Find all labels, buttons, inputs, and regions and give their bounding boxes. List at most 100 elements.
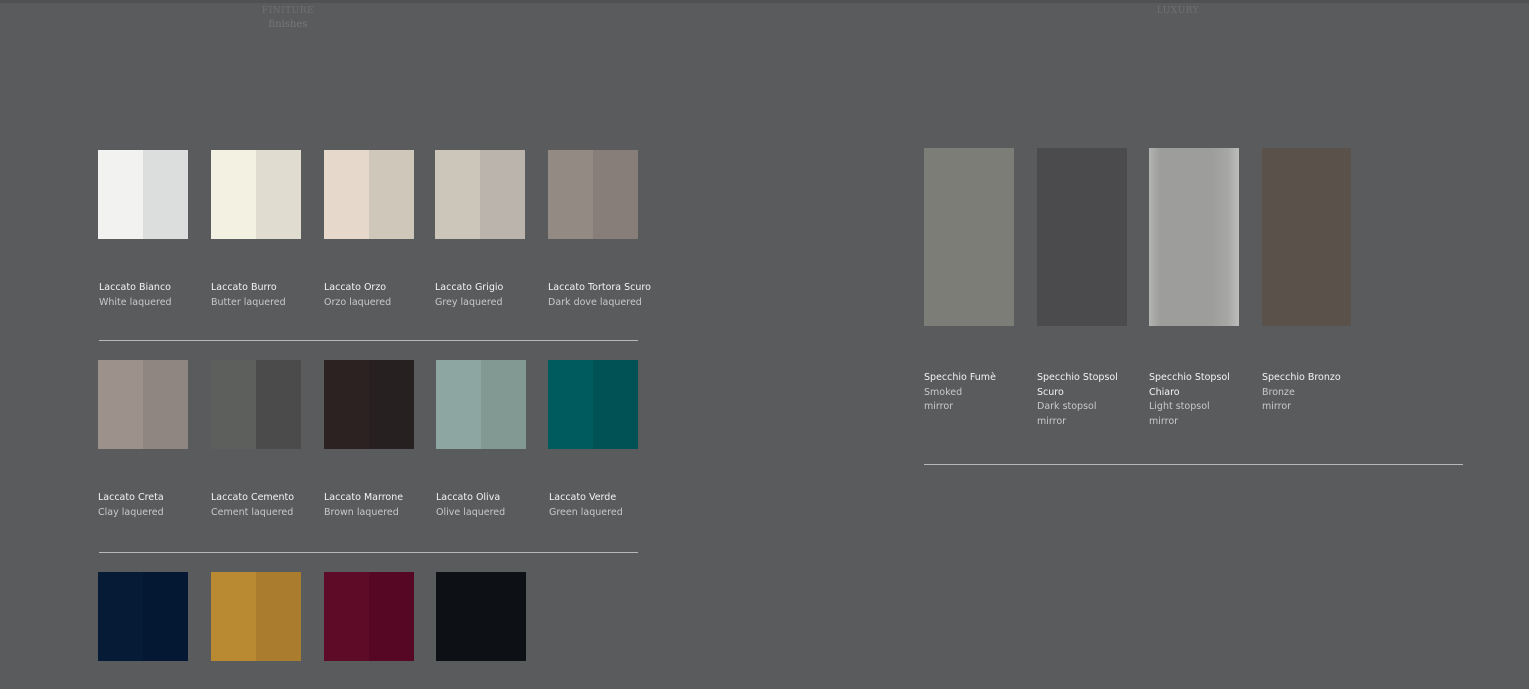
label-specchio-fume: Specchio Fumè Smoked mirror: [924, 371, 1024, 415]
finish-name: Laccato Oliva: [436, 492, 501, 503]
finish-name: Laccato Bianco: [99, 282, 171, 293]
finish-name: Laccato Verde: [549, 492, 617, 503]
swatch-half: [593, 150, 638, 239]
finish-desc: Dark dove laquered: [548, 297, 642, 308]
mirror-name-1: Specchio Stopsol: [1149, 372, 1230, 383]
swatch-half: [211, 572, 256, 661]
swatch-half: [369, 572, 414, 661]
swatch-laccato-cemento: [211, 360, 301, 449]
swatch-half: [98, 150, 143, 239]
finish-name: Laccato Cemento: [211, 492, 295, 503]
finish-name: Laccato Tortora Scuro: [548, 282, 651, 293]
swatch-half: [436, 360, 481, 449]
swatch-half: [324, 360, 369, 449]
mirror-desc-1: Dark stopsol: [1037, 401, 1097, 412]
finish-desc: Green laquered: [549, 507, 623, 518]
mirror-desc-1: Bronze: [1262, 386, 1295, 398]
label-laccato-marrone: Laccato Marrone Brown laquered: [324, 490, 434, 520]
swatch-laccato-tortora-scuro: [548, 150, 638, 239]
swatch-half: [143, 572, 188, 661]
swatch-half: [369, 150, 414, 239]
finish-desc: Grey laquered: [435, 297, 503, 308]
mirror-desc-2: mirror: [924, 401, 954, 412]
finishes-header: FINITURE finishes: [238, 4, 338, 32]
finishes-subtitle: finishes: [268, 19, 308, 30]
swatch-half: [548, 150, 593, 239]
swatch-laccato-verde: [548, 360, 638, 449]
mirror-desc-2: mirror: [1262, 401, 1292, 412]
finish-desc: Orzo laquered: [324, 297, 392, 308]
finishes-title: FINITURE: [261, 6, 315, 16]
mirror-name-1: Specchio Stopsol: [1037, 372, 1118, 383]
mirror-name: Specchio Fumè: [924, 372, 996, 383]
mirror-name: Specchio Bronzo: [1262, 372, 1341, 383]
finish-name: Laccato Creta: [98, 492, 164, 503]
top-border: [0, 0, 1529, 3]
mirror-desc-2: mirror: [1037, 415, 1067, 427]
swatch-half: [256, 150, 301, 239]
swatch-half: [435, 150, 480, 239]
swatch-half: [324, 572, 369, 661]
finish-name: Laccato Orzo: [324, 282, 387, 293]
swatch-half: [481, 572, 526, 661]
swatch-half: [256, 572, 301, 661]
finish-name: Laccato Grigio: [435, 282, 504, 293]
mirror-specchio-fume: [924, 148, 1014, 326]
swatch-half: [481, 360, 526, 449]
finish-name: Laccato Burro: [211, 282, 277, 293]
label-laccato-oliva: Laccato Oliva Olive laquered: [436, 490, 546, 520]
swatch-laccato-burro: [211, 150, 301, 239]
swatch-half: [324, 150, 369, 239]
mirror-name-2: Scuro: [1037, 386, 1064, 398]
swatch-half: [480, 150, 525, 239]
swatch-half: [369, 360, 414, 449]
label-laccato-orzo: Laccato Orzo Orzo laquered: [324, 280, 434, 310]
mirror-specchio-bronzo: [1262, 148, 1351, 326]
mirror-desc-1: Smoked: [924, 386, 963, 398]
finish-name: Laccato Marrone: [324, 492, 404, 503]
swatch-laccato-grigio: [435, 150, 525, 239]
swatch-half: [98, 360, 143, 449]
label-specchio-bronzo: Specchio Bronzo Bronze mirror: [1262, 371, 1362, 415]
mirror-specchio-stopsol-scuro: [1037, 148, 1127, 326]
mirror-name-2: Chiaro: [1149, 386, 1180, 398]
label-laccato-verde: Laccato Verde Green laquered: [549, 490, 659, 520]
swatch-half: [211, 360, 256, 449]
label-laccato-creta: Laccato Creta Clay laquered: [98, 490, 208, 520]
mirror-specchio-stopsol-chiaro: [1149, 148, 1239, 326]
swatch-bottom-2: [211, 572, 301, 661]
luxury-header: LUXURY: [1128, 4, 1228, 18]
swatch-half: [548, 360, 593, 449]
finish-desc: Butter laquered: [211, 297, 286, 308]
swatch-bottom-1: [98, 572, 188, 661]
finish-desc: White laquered: [99, 297, 172, 308]
swatch-half: [593, 360, 638, 449]
swatch-laccato-marrone: [324, 360, 414, 449]
label-laccato-bianco: Laccato Bianco White laquered: [99, 280, 209, 310]
finish-desc: Clay laquered: [98, 507, 164, 518]
label-laccato-cemento: Laccato Cemento Cement laquered: [211, 490, 321, 520]
label-specchio-stopsol-scuro: Specchio Stopsol Scuro Dark stopsol mirr…: [1037, 371, 1137, 429]
swatch-half: [256, 360, 301, 449]
finish-desc: Brown laquered: [324, 507, 399, 518]
mirror-desc-1: Light stopsol: [1149, 401, 1210, 412]
label-specchio-stopsol-chiaro: Specchio Stopsol Chiaro Light stopsol mi…: [1149, 371, 1249, 429]
label-laccato-grigio: Laccato Grigio Grey laquered: [435, 280, 545, 310]
divider: [924, 464, 1463, 465]
swatch-laccato-oliva: [436, 360, 526, 449]
swatch-half: [143, 360, 188, 449]
swatch-laccato-orzo: [324, 150, 414, 239]
finish-desc: Olive laquered: [436, 507, 506, 518]
finish-desc: Cement laquered: [211, 507, 294, 518]
swatch-bottom-3: [324, 572, 414, 661]
swatch-laccato-creta: [98, 360, 188, 449]
swatch-half: [143, 150, 188, 239]
divider: [99, 340, 638, 341]
label-laccato-tortora-scuro: Laccato Tortora Scuro Dark dove laquered: [548, 280, 673, 310]
luxury-title: LUXURY: [1156, 6, 1200, 16]
swatch-bottom-4: [436, 572, 526, 661]
swatch-laccato-bianco: [98, 150, 188, 239]
divider: [99, 552, 638, 553]
swatch-half: [436, 572, 481, 661]
mirror-desc-2: mirror: [1149, 415, 1179, 427]
